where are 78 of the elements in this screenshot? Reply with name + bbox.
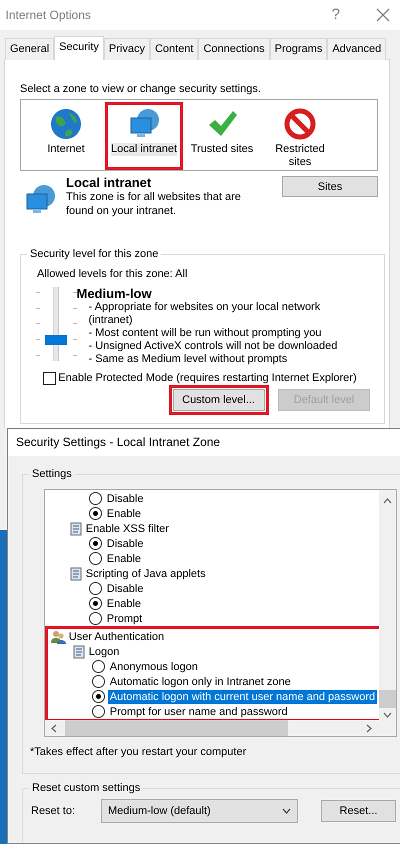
option-label[interactable]: Enable [104,596,144,610]
vertical-scrollbar[interactable] [379,490,396,720]
option-label[interactable]: Automatic logon only in Intranet zone [108,674,293,688]
tab[interactable]: Programs [270,38,328,60]
reset-dropdown[interactable]: Medium-low (default) [101,799,298,823]
option-label[interactable]: Prompt for user name and password [108,704,290,718]
zone-prompt: Select a zone to view or change security settings. [20,82,262,96]
option-label[interactable]: Disable [104,582,146,596]
no-entry-icon [284,108,316,140]
setting-label: Logon [88,644,120,658]
checkbox[interactable] [42,372,56,385]
level-description: - Unsigned ActiveX controls will not be downloaded [88,340,338,353]
zone-item[interactable]: Trusted sites [183,102,261,170]
scrollbar-thumb[interactable] [65,720,288,736]
settings-page-icon [69,522,83,536]
setting-label: Scripting of Java applets [86,566,206,580]
tab[interactable]: General [5,38,54,60]
zone-item[interactable]: Restricted sites [261,102,339,170]
scroll-up-icon [383,498,392,504]
radio-button[interactable] [92,705,105,718]
scroll-down-icon [383,712,392,718]
caret-icon [282,808,291,814]
sites-button[interactable]: Sites [282,176,378,198]
setting-label: Enable XSS filter [86,522,169,536]
option-label[interactable]: Disable [104,492,146,506]
users-icon [51,630,66,644]
tab[interactable]: Content [150,38,198,60]
radio-button[interactable] [89,537,102,550]
tab[interactable]: Privacy [104,38,150,60]
help-button[interactable]: ? [332,4,340,26]
horizontal-scrollbar[interactable] [45,720,396,736]
scroll-left-icon [51,724,57,732]
level-description: - Most content will be run without prompting you [88,326,322,340]
option-label[interactable]: Enable [104,506,144,520]
checkbox-label: Enable Protected Mode (requires restarting Internet Explorer) [58,371,357,386]
monitor-globe-icon [128,108,160,140]
radio-button[interactable] [89,612,102,625]
reset-button[interactable]: Reset... [321,800,396,822]
close-icon [376,8,390,22]
radio-button[interactable] [89,492,102,505]
window-title: Internet Options [4,8,91,22]
option-label[interactable]: Prompt [104,612,144,626]
zone-title: Local intranet [66,176,152,190]
level-name: Medium-low [76,286,153,301]
category-label: User Authentication [68,630,164,644]
radio-button[interactable] [92,660,105,673]
dialog-title: Security Settings - Local Intranet Zone [16,435,220,449]
allowed-levels: Allowed levels for this zone: All [37,267,188,282]
settings-page-icon [72,644,86,658]
button[interactable]: Custom level... [172,389,264,412]
field-label: Reset to: [31,804,76,818]
footnote: *Takes effect after you restart your computer [30,745,248,759]
option-label[interactable]: Automatic logon with current user name and password [108,690,378,704]
scrollbar-thumb[interactable] [379,690,396,708]
radio-button[interactable] [89,597,102,610]
option-label[interactable]: Disable [104,536,146,550]
zone-description: This zone is for all websites that are found on your intranet. [66,190,242,218]
tab[interactable]: Security [54,36,104,60]
zone-item[interactable]: Internet [27,102,105,170]
radio-button[interactable] [89,552,102,565]
tab[interactable]: Connections [198,38,270,60]
group-legend: Security level for this zone [27,246,162,262]
settings-page-icon [69,566,83,580]
level-description: - Appropriate for websites on your local network (intranet) [88,300,322,327]
scroll-right-icon [366,724,372,732]
globe-icon [50,108,82,140]
radio-button[interactable] [92,675,105,688]
tab[interactable]: Advanced [327,38,386,60]
radio-button[interactable] [92,690,105,703]
group-legend: Settings [29,466,75,482]
zone-item[interactable]: Local intranet [105,102,183,170]
level-description: - Same as Medium level without prompts [88,352,288,366]
option-label[interactable]: Enable [104,552,144,566]
radio-button[interactable] [89,582,102,595]
slider-thumb[interactable] [45,334,67,345]
group-legend: Reset custom settings [29,780,144,796]
option-label[interactable]: Anonymous logon [108,660,200,674]
radio-button[interactable] [89,507,102,520]
